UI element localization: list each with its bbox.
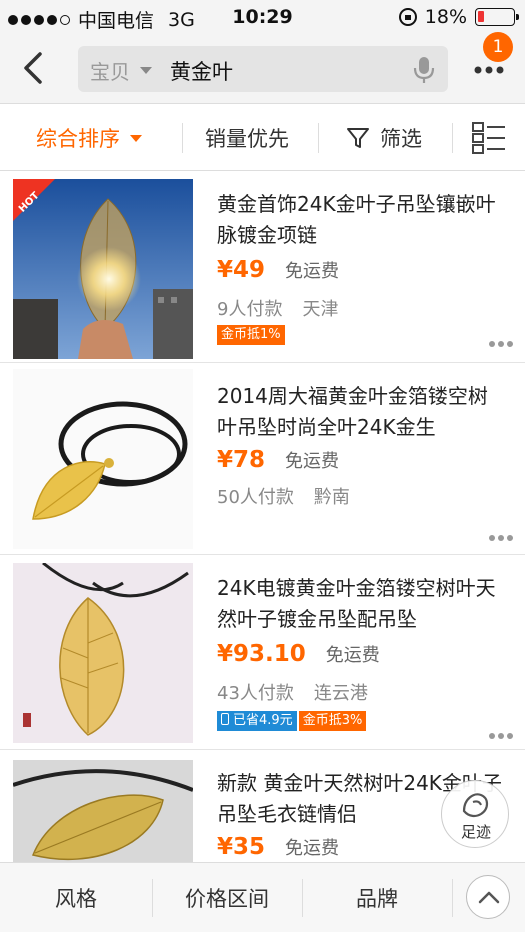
phone-icon (221, 713, 229, 725)
chevron-up-icon (478, 891, 500, 904)
sales-info: 9人付款 天津 (217, 295, 338, 321)
seller-location: 连云港 (313, 683, 368, 704)
battery-level (478, 11, 484, 22)
bottom-filter-bar: 风格 价格区间 品牌 (0, 862, 525, 932)
sales-first-label: 销量优先 (205, 127, 289, 151)
sales-count: 9人付款 (217, 299, 283, 320)
product-price-row: ¥93.10 免运费 (217, 641, 380, 667)
shipping-label: 免运费 (325, 645, 380, 666)
notification-badge: 1 (483, 32, 513, 62)
chevron-left-icon (24, 52, 42, 84)
rotation-lock-icon (398, 8, 417, 26)
back-button[interactable] (14, 48, 54, 88)
product-price-row: ¥35 免运费 (217, 834, 339, 860)
list-view-toggle-icon[interactable] (472, 122, 506, 154)
seller-location: 黔南 (313, 487, 350, 508)
product-price: ¥93.10 (217, 641, 306, 667)
seller-location: 天津 (302, 299, 339, 320)
more-menu-icon[interactable] (470, 60, 510, 80)
status-right: 18% (398, 6, 519, 28)
gold-leaf-necklace-image (13, 369, 193, 549)
status-bar: 中国电信 3G 10:29 18% (0, 0, 525, 36)
tab-sort-comprehensive[interactable]: 综合排序 (36, 105, 142, 171)
sales-count: 50人付款 (217, 487, 294, 508)
brand-label: 品牌 (356, 887, 398, 911)
product-item[interactable]: 24K电镀黄金叶金箔镂空树叶天然叶子镀金吊坠配吊坠 ¥93.10 免运费 43人付… (0, 555, 525, 750)
promo-tags: 已省4.9元 金币抵3% (217, 711, 367, 731)
battery-percent: 18% (424, 6, 467, 28)
footprint-button[interactable]: 足迹 (441, 780, 509, 848)
sales-count: 43人付款 (217, 683, 294, 704)
divider (182, 123, 183, 153)
product-title[interactable]: 黄金首饰24K金叶子吊坠镶嵌叶脉镀金项链 (217, 189, 502, 251)
sort-label: 综合排序 (36, 127, 120, 151)
search-query: 黄金叶 (170, 60, 233, 84)
product-price-row: ¥49 免运费 (217, 257, 339, 283)
divider (452, 123, 453, 153)
product-image[interactable]: HOT (13, 179, 193, 359)
product-price-row: ¥78 免运费 (217, 447, 339, 473)
search-scope-label: 宝贝 (90, 60, 130, 84)
divider (318, 123, 319, 153)
product-price: ¥49 (217, 257, 266, 283)
sales-info: 50人付款 黔南 (217, 483, 350, 509)
saved-amount-label: 已省4.9元 (233, 713, 293, 728)
price-range-label: 价格区间 (185, 887, 269, 911)
product-price: ¥35 (217, 834, 266, 860)
item-more-icon[interactable] (489, 535, 513, 541)
shipping-label: 免运费 (285, 838, 340, 859)
style-label: 风格 (55, 887, 97, 911)
brand-filter-button[interactable]: 品牌 (302, 863, 452, 932)
caret-down-icon (140, 67, 152, 74)
product-image[interactable] (13, 563, 193, 743)
promo-tags: 金币抵1% (217, 325, 285, 345)
footprint-icon (462, 793, 489, 818)
shipping-label: 免运费 (285, 451, 340, 472)
saved-amount-tag: 已省4.9元 (217, 711, 297, 731)
gold-filigree-leaf-image (13, 563, 193, 743)
item-more-icon[interactable] (489, 341, 513, 347)
product-image[interactable] (13, 760, 193, 870)
product-price: ¥78 (217, 447, 266, 473)
sales-info: 43人付款 连云港 (217, 679, 368, 705)
divider (452, 879, 453, 917)
tab-sales-first[interactable]: 销量优先 (205, 105, 289, 171)
price-range-button[interactable]: 价格区间 (152, 863, 302, 932)
style-filter-button[interactable]: 风格 (0, 863, 152, 932)
coin-discount-tag: 金币抵1% (217, 325, 285, 345)
microphone-icon[interactable] (412, 55, 436, 85)
search-scope-dropdown[interactable]: 宝贝 (90, 56, 152, 85)
caret-down-icon (130, 134, 142, 142)
product-image[interactable] (13, 369, 193, 549)
filter-button[interactable]: 筛选 (346, 105, 422, 171)
gold-leaf-pendant-image (13, 760, 193, 870)
battery-icon (475, 8, 519, 26)
filter-bar: 综合排序 销量优先 筛选 (0, 105, 525, 171)
product-title[interactable]: 24K电镀黄金叶金箔镂空树叶天然叶子镀金吊坠配吊坠 (217, 573, 502, 635)
shipping-label: 免运费 (285, 261, 340, 282)
funnel-icon (347, 128, 369, 148)
product-item[interactable]: 2014周大福黄金叶金箔镂空树叶吊坠时尚全叶24K金生 ¥78 免运费 50人付款… (0, 363, 525, 555)
filter-label: 筛选 (380, 127, 422, 151)
product-title[interactable]: 2014周大福黄金叶金箔镂空树叶吊坠时尚全叶24K金生 (217, 381, 502, 443)
search-input[interactable]: 宝贝 黄金叶 (78, 46, 448, 92)
back-to-top-button[interactable] (466, 875, 510, 919)
footprint-label: 足迹 (460, 823, 491, 841)
item-more-icon[interactable] (489, 733, 513, 739)
coin-discount-tag: 金币抵3% (298, 711, 367, 731)
product-item[interactable]: HOT 黄金首饰24K金叶子吊坠镶嵌叶脉镀金项链 ¥49 免运费 9人付款 天津 金… (0, 171, 525, 363)
search-header: 宝贝 黄金叶 (0, 36, 525, 104)
